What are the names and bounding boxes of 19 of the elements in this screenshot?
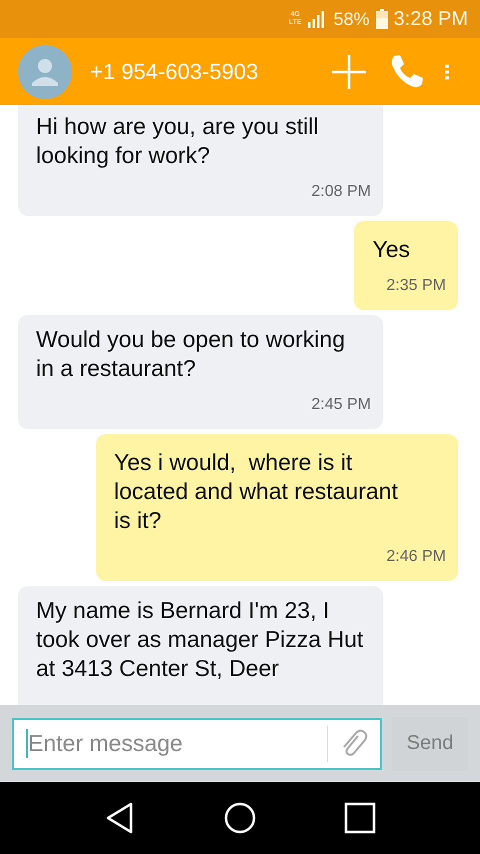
battery-icon	[376, 9, 388, 29]
message-text: Yes i would, where is it located and what restaurant is it?	[114, 448, 399, 535]
avatar-icon[interactable]	[18, 44, 72, 98]
message-text: Would you be open to working in a restaurant?	[36, 325, 346, 383]
message-text: My name is Bernard I'm 23, I took over as manager Pizza Hut at 3413 Center St, Deer	[36, 596, 364, 683]
home-icon[interactable]	[223, 801, 257, 835]
message-time: 2:45 PM	[310, 395, 371, 415]
message-time: 2:08 PM	[310, 182, 371, 202]
message-input-field[interactable]: Enter message	[26, 729, 327, 758]
message-text: Hi how are you, are you still looking for work?	[36, 112, 320, 170]
recent-apps-icon[interactable]	[343, 801, 377, 835]
contact-number: +1 954-603-5903	[90, 58, 260, 84]
message-field[interactable]: Enter message	[12, 718, 382, 770]
battery-percentage: 58%	[333, 8, 370, 30]
message-text: Yes	[372, 235, 410, 264]
message-time: 2:46 PM	[385, 547, 446, 567]
message-time: 2:35 PM	[385, 276, 446, 296]
plus-icon[interactable]	[330, 52, 368, 90]
clock: 3:28 PM	[394, 8, 468, 30]
